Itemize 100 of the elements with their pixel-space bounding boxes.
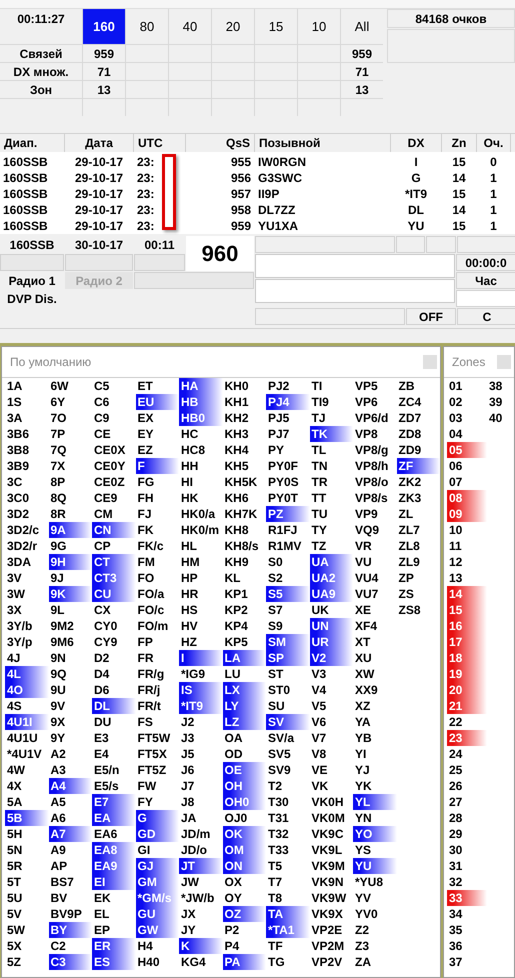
prefix-cell-text: VQ9: [354, 522, 380, 538]
prefix-cell-text: ZL7: [398, 522, 421, 538]
prefix-cell-text: ZS: [398, 586, 415, 602]
prefix-cell: UA: [310, 554, 353, 570]
prefix-cell-text: PJ2: [267, 378, 290, 394]
prefix-cell-text: ZP: [398, 570, 415, 586]
table-cell-text: 0: [489, 154, 498, 170]
empty-cell: [456, 290, 515, 307]
prefix-cell: EA9: [92, 858, 136, 874]
input-field[interactable]: [255, 279, 455, 303]
prefix-cell-text: HH: [180, 458, 200, 474]
prefix-cell-text: ST: [267, 666, 284, 682]
prefix-cell: TK: [310, 426, 353, 442]
prefix-cell-text: 5V: [6, 906, 23, 922]
column-header: QsS: [186, 134, 254, 152]
prefix-cell-text: FJ: [136, 506, 153, 522]
prefix-cell: UR: [310, 634, 353, 650]
prefix-cell-text: KH2: [224, 410, 250, 426]
prefix-cell-text: KH0: [224, 378, 250, 394]
prefix-cell-text: VP6/d: [354, 410, 390, 426]
prefix-cell-text: FP: [136, 634, 154, 650]
prefix-cell-text: FY: [136, 794, 154, 810]
prefix-cell-text: S7: [267, 602, 284, 618]
zone-cell-text: 24: [448, 746, 464, 762]
prefix-cell-text: EX: [136, 410, 155, 426]
prefix-cell-text: EA6: [93, 826, 118, 842]
zone-cell-text: 10: [448, 522, 464, 538]
band-tab[interactable]: 160: [83, 9, 125, 44]
prefix-cell-text: JD/o: [180, 842, 208, 858]
prefix-cell-text: KH9: [224, 554, 250, 570]
prefix-cell-text: FO: [136, 570, 156, 586]
table-cell-text: 959: [230, 218, 252, 234]
prefix-cell-text: C5: [93, 378, 110, 394]
table-cell-text: DL: [407, 202, 425, 218]
table-cell-text: 23:: [136, 154, 156, 170]
window-button[interactable]: [423, 355, 437, 369]
zone-cell-text: 04: [448, 426, 464, 442]
input-field[interactable]: [255, 254, 455, 278]
prefix-cell-text: EK: [93, 890, 112, 906]
prefix-cell: 4U1I: [5, 714, 48, 730]
table-cell-text: 160SSB: [2, 186, 49, 202]
table-cell-text: 29-10-17: [74, 186, 124, 202]
prefix-cell-text: 5U: [6, 890, 24, 906]
band-tab[interactable]: 20: [212, 9, 254, 44]
prefix-cell-text: 9J: [50, 570, 65, 586]
prefix-cell-text: VU7: [354, 586, 380, 602]
prefix-cell-text: SV5: [267, 746, 292, 762]
prefix-cell-text: HC: [180, 426, 200, 442]
prefix-cell-text: EL: [93, 906, 110, 922]
prefix-cell-text: VR: [354, 538, 373, 554]
band-tab[interactable]: 40: [169, 9, 211, 44]
prefix-cell-text: 9Y: [50, 730, 66, 746]
prefix-cell: *TA1: [266, 922, 310, 938]
prefix-cell-text: ET: [136, 378, 154, 394]
zone-cell-text: 30: [448, 842, 464, 858]
prefix-cell-text: TY: [310, 522, 328, 538]
prefix-cell: OZ: [222, 906, 266, 922]
prefix-cell-text: HK: [180, 490, 200, 506]
prefix-cell: EA8: [92, 842, 136, 858]
prefix-cell-text: YV: [354, 890, 372, 906]
prefix-cell-text: FW: [136, 778, 158, 794]
prefix-cell-text: TI: [310, 378, 324, 394]
band-tab[interactable]: All: [341, 9, 383, 44]
prefix-cell-text: V7: [310, 730, 328, 746]
band-tab[interactable]: 15: [255, 9, 297, 44]
zone-cell-text: 01: [448, 378, 464, 394]
table-cell-text: 29-10-17: [74, 218, 124, 234]
prefix-cell-text: FR/t: [136, 698, 162, 714]
prefix-cell-text: VP5: [354, 378, 379, 394]
score-value: 13: [341, 81, 383, 98]
prefix-cell-text: VP8/o: [354, 474, 390, 490]
off-status: OFF: [406, 308, 456, 325]
band-tab[interactable]: 10: [298, 9, 340, 44]
prefix-cell-text: T33: [267, 842, 290, 858]
prefix-cell-text: VK9X: [310, 906, 344, 922]
prefix-cell-text: HC8: [180, 442, 206, 458]
prefix-cell-text: XU: [354, 650, 373, 666]
prefix-cell-text: C9: [93, 410, 110, 426]
score-value: 959: [83, 45, 125, 62]
prefix-cell-text: 3X: [6, 602, 23, 618]
prefix-cell-text: S9: [267, 618, 284, 634]
prefix-cell-text: XW: [354, 666, 376, 682]
window-button[interactable]: [497, 355, 511, 369]
prefix-cell-text: FH: [136, 490, 154, 506]
prefix-cell: OH: [222, 778, 266, 794]
prefix-cell: TA: [266, 906, 310, 922]
timer-value: 00:00:0: [456, 254, 515, 271]
prefix-cell-text: 1S: [6, 394, 23, 410]
prefix-cell: GM: [136, 874, 179, 890]
row-label: Связей: [0, 45, 82, 62]
prefix-cell-text: 7X: [50, 458, 66, 474]
zone-cell: 33: [447, 890, 487, 906]
table-cell-text: 15: [451, 186, 467, 202]
prefix-cell-text: VP2E: [310, 922, 344, 938]
prefix-cell-text: CE0X: [93, 442, 126, 458]
prefix-cell-text: 4W: [6, 762, 26, 778]
prefix-cell-text: T7: [267, 874, 284, 890]
prefix-cell: V2: [310, 650, 353, 666]
prefix-cell-text: J7: [180, 778, 196, 794]
band-tab[interactable]: 80: [126, 9, 168, 44]
